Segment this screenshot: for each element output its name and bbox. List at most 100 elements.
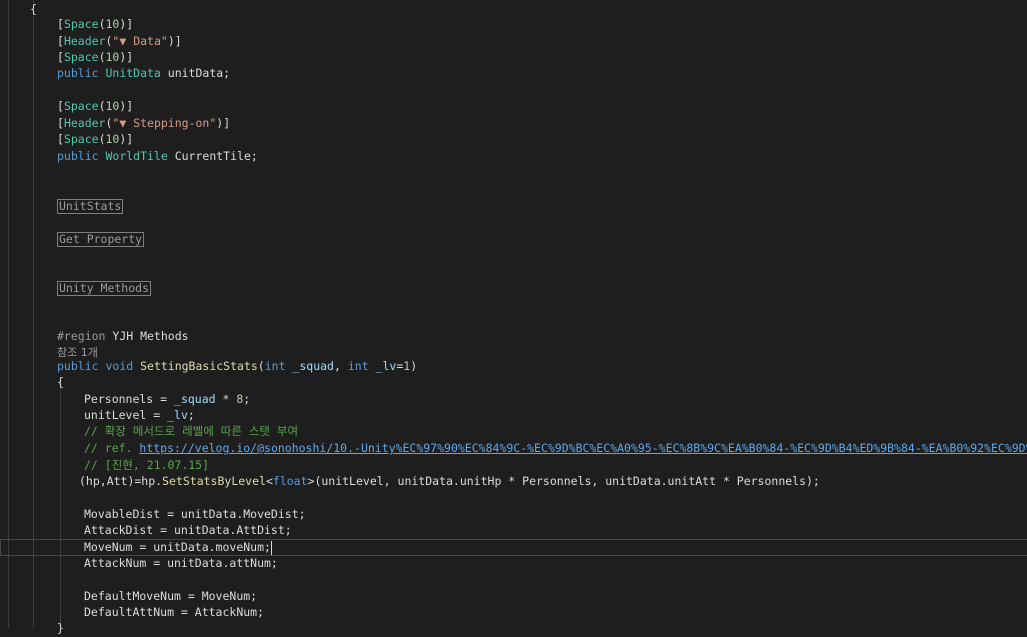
code-line[interactable]: public void SettingBasicStats(int _squad… bbox=[0, 358, 1027, 375]
code-token: DefaultAttNum = AttackNum; bbox=[84, 605, 265, 619]
code-token: Space bbox=[63, 17, 99, 31]
code-token: public bbox=[57, 149, 106, 163]
code-token: void bbox=[105, 359, 141, 373]
code-line[interactable]: } bbox=[0, 620, 1027, 637]
code-token: UnitData bbox=[105, 66, 161, 80]
code-token: [ bbox=[57, 116, 64, 130]
code-line[interactable]: { bbox=[0, 374, 1027, 391]
code-token: public bbox=[57, 359, 106, 373]
code-token: )] bbox=[216, 116, 231, 130]
code-token: _squad bbox=[174, 392, 216, 406]
code-token: < bbox=[265, 474, 273, 488]
code-token: [ bbox=[57, 99, 64, 113]
code-token: [ bbox=[57, 50, 64, 64]
code-line[interactable]: [Header("▼ Stepping-on")] bbox=[0, 115, 1027, 132]
code-token: YJH Methods bbox=[112, 329, 189, 343]
code-token: Header bbox=[63, 34, 106, 48]
code-token: MoveNum = unitData.moveNum; bbox=[84, 540, 271, 554]
code-line[interactable]: [Space(10)] bbox=[0, 49, 1027, 66]
code-token: (hp,Att)=hp. bbox=[79, 474, 163, 488]
code-line[interactable]: AttackDist = unitData.AttDist; bbox=[0, 522, 1027, 539]
code-token: AttackDist = unitData.AttDist; bbox=[84, 523, 292, 537]
code-line[interactable]: [Space(10)] bbox=[0, 98, 1027, 115]
code-token: Header bbox=[63, 116, 106, 130]
code-token: public bbox=[57, 66, 106, 80]
code-token: [ bbox=[57, 17, 64, 31]
current-code-line[interactable]: MoveNum = unitData.moveNum; bbox=[0, 539, 1027, 556]
code-token: AttackNum = unitData.attNum; bbox=[84, 556, 278, 570]
code-line[interactable]: Get Property bbox=[0, 231, 1027, 248]
code-token: Space bbox=[63, 99, 99, 113]
code-line[interactable]: // 확장 메서드로 레벨에 따른 스탯 부여 bbox=[0, 423, 1027, 440]
code-line[interactable]: DefaultMoveNum = MoveNum; bbox=[0, 588, 1027, 605]
code-line[interactable]: // [진현, 21.07.15] bbox=[0, 457, 1027, 474]
code-token: CurrentTile; bbox=[167, 149, 258, 163]
code-token: * bbox=[215, 392, 237, 406]
code-token: )] bbox=[119, 17, 134, 31]
code-token: ; bbox=[243, 392, 251, 406]
code-token: ( bbox=[98, 132, 106, 146]
code-token: _lv bbox=[167, 408, 188, 422]
code-token: ( bbox=[257, 359, 265, 373]
code-token: } bbox=[57, 621, 64, 635]
code-token: ( bbox=[98, 99, 106, 113]
code-line[interactable]: MovableDist = unitData.MoveDist; bbox=[0, 506, 1027, 523]
code-token: unitLevel = bbox=[84, 408, 168, 422]
comment-link[interactable]: https://velog.io/@sonohoshi/10.-Unity%EC… bbox=[139, 441, 1027, 455]
code-line[interactable]: [Space(10)] bbox=[0, 131, 1027, 148]
code-line[interactable]: Personnels = _squad * 8; bbox=[0, 391, 1027, 408]
code-token: >(unitLevel, unitData.unitHp * Personnel… bbox=[307, 474, 820, 488]
code-line[interactable]: DefaultAttNum = AttackNum; bbox=[0, 604, 1027, 621]
code-line[interactable]: #region YJH Methods bbox=[0, 328, 1027, 345]
code-token: Personnels = bbox=[84, 392, 175, 406]
code-token: Space bbox=[63, 50, 99, 64]
code-token: 10 bbox=[105, 132, 120, 146]
code-token: int bbox=[264, 359, 293, 373]
code-line[interactable]: AttackNum = unitData.attNum; bbox=[0, 555, 1027, 572]
code-token: SettingBasicStats bbox=[140, 359, 258, 373]
text-caret bbox=[270, 540, 272, 555]
code-token: "▼ Data" bbox=[112, 34, 168, 48]
code-token: { bbox=[57, 375, 64, 389]
code-token: 10 bbox=[105, 99, 120, 113]
code-token: float bbox=[272, 474, 308, 488]
code-token: // [진현, 21.07.15] bbox=[84, 458, 210, 472]
code-line[interactable]: // ref. https://velog.io/@sonohoshi/10.-… bbox=[0, 440, 1027, 457]
code-token: int bbox=[347, 359, 376, 373]
code-line[interactable]: (hp,Att)=hp.SetStatsByLevel<float>(unitL… bbox=[0, 473, 1027, 490]
collapsed-region[interactable]: Unity Methods bbox=[57, 281, 152, 296]
code-token: ( bbox=[98, 17, 106, 31]
code-line[interactable]: public UnitData unitData; bbox=[0, 65, 1027, 82]
code-token: // 확장 메서드로 레벨에 따른 스탯 부여 bbox=[84, 424, 299, 438]
code-token: DefaultMoveNum = MoveNum; bbox=[84, 589, 258, 603]
code-token: )] bbox=[167, 34, 182, 48]
code-line[interactable]: Unity Methods bbox=[0, 280, 1027, 297]
code-token: 10 bbox=[105, 17, 120, 31]
code-token: ; bbox=[187, 408, 195, 422]
code-token: "▼ Stepping-on" bbox=[112, 116, 217, 130]
code-token: unitData; bbox=[160, 66, 231, 80]
code-token: [ bbox=[57, 132, 64, 146]
code-token: #region bbox=[57, 329, 113, 343]
code-line[interactable]: [Space(10)] bbox=[0, 16, 1027, 33]
code-token: SetStatsByLevel bbox=[162, 474, 266, 488]
code-token: )] bbox=[119, 50, 134, 64]
code-token: , bbox=[333, 359, 348, 373]
code-token: WorldTile bbox=[105, 149, 168, 163]
code-token: )] bbox=[119, 99, 134, 113]
code-token: // ref. bbox=[84, 441, 140, 455]
code-token: [ bbox=[57, 34, 64, 48]
collapsed-region[interactable]: Get Property bbox=[57, 232, 145, 247]
code-token: MovableDist = unitData.MoveDist; bbox=[84, 507, 306, 521]
code-token: ) bbox=[410, 359, 418, 373]
code-line[interactable]: [Header("▼ Data")] bbox=[0, 33, 1027, 50]
code-line[interactable]: public WorldTile CurrentTile; bbox=[0, 148, 1027, 165]
code-token: _lv bbox=[375, 359, 397, 373]
code-token: )] bbox=[119, 132, 134, 146]
collapsed-region[interactable]: UnitStats bbox=[57, 199, 124, 214]
code-token: Space bbox=[63, 132, 99, 146]
code-token: ( bbox=[98, 50, 106, 64]
code-line[interactable]: unitLevel = _lv; bbox=[0, 407, 1027, 424]
code-token: { bbox=[30, 2, 37, 16]
code-line[interactable]: UnitStats bbox=[0, 198, 1027, 215]
